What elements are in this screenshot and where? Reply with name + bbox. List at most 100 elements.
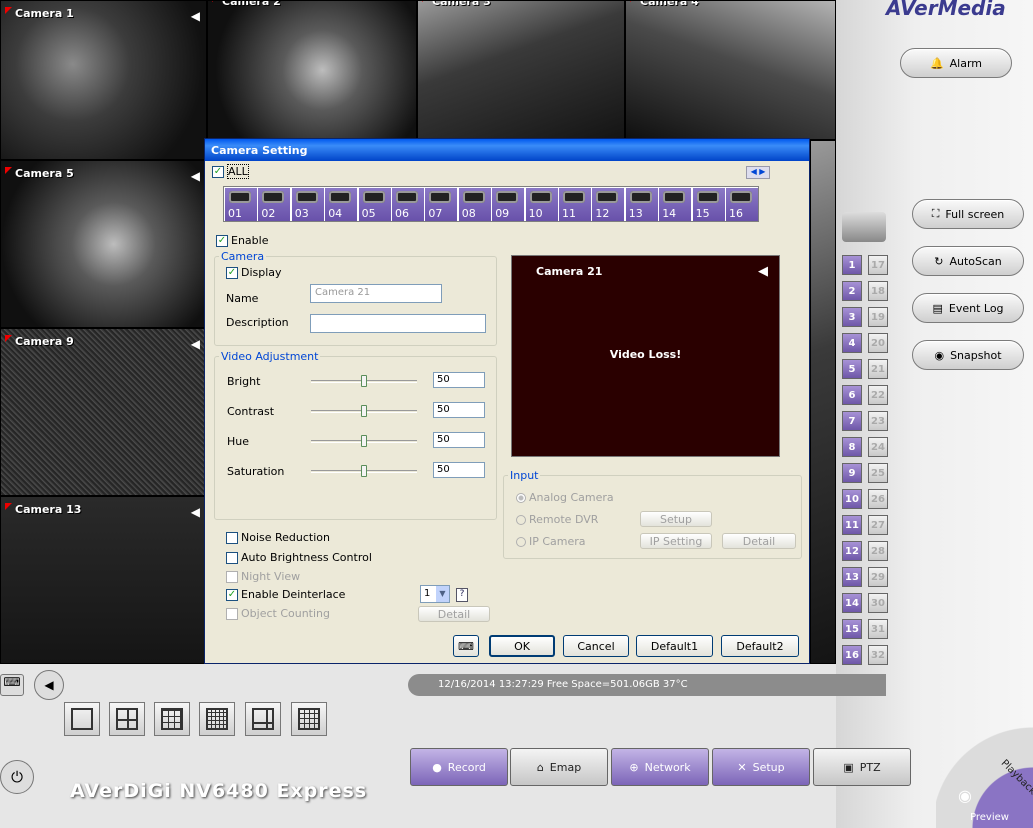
speaker-icon[interactable]: ◀ [191,169,200,183]
night-view-checkbox[interactable]: Night View [226,570,300,583]
adjust-value[interactable]: 50 [433,372,485,388]
auto-brightness-checkbox[interactable]: Auto Brightness Control [226,551,372,564]
camera-select-11[interactable]: 11 [559,188,591,221]
display-checkbox[interactable]: ✓ Display [226,266,282,279]
record-button[interactable]: ● Record [410,748,508,786]
channel-31[interactable]: 31 [868,619,888,639]
slider-thumb[interactable] [361,465,367,477]
emap-button[interactable]: ⌂ Emap [510,748,608,786]
channel-27[interactable]: 27 [868,515,888,535]
speaker-icon[interactable]: ◀ [191,337,200,351]
slider-thumb[interactable] [361,375,367,387]
speaker-icon[interactable]: ◀ [191,9,200,23]
camera-tile-9[interactable]: Camera 9 ◀ [0,328,207,496]
enable-deinterlace-checkbox[interactable]: ✓ Enable Deinterlace [226,588,345,601]
channel-13[interactable]: 13 [842,567,862,587]
adjust-value[interactable]: 50 [433,432,485,448]
camera-tile-right-strip[interactable] [810,140,836,664]
enable-checkbox[interactable]: ✓ Enable [216,234,268,247]
camera-select-02[interactable]: 02 [258,188,291,221]
network-button[interactable]: ⊕ Network [611,748,709,786]
camera-select-09[interactable]: 09 [492,188,525,221]
channel-30[interactable]: 30 [868,593,888,613]
layout-4-button[interactable] [109,702,145,736]
channel-2[interactable]: 2 [842,281,862,301]
camera-select-07[interactable]: 07 [425,188,458,221]
ok-button[interactable]: OK [489,635,555,657]
camera-select-16[interactable]: 16 [726,188,758,221]
description-field[interactable] [310,314,486,333]
channel-16[interactable]: 16 [842,645,862,665]
detail-input-button[interactable]: Detail [722,533,796,549]
object-detail-button[interactable]: Detail [418,606,490,622]
preview-label[interactable]: Preview [970,812,1009,823]
alarm-button[interactable]: 🔔 Alarm [900,48,1012,78]
channel-29[interactable]: 29 [868,567,888,587]
channel-26[interactable]: 26 [868,489,888,509]
channel-25[interactable]: 25 [868,463,888,483]
help-icon[interactable]: ? [456,588,468,602]
channel-6[interactable]: 6 [842,385,862,405]
default2-button[interactable]: Default2 [721,635,799,657]
layout-9-button[interactable] [154,702,190,736]
camera-select-08[interactable]: 08 [458,188,491,221]
keyboard-icon[interactable]: ⌨ [0,674,24,696]
camera-tile-4[interactable]: Camera 4 [625,0,836,140]
camera-tile-13[interactable]: Camera 13 ◀ [0,496,207,664]
channel-5[interactable]: 5 [842,359,862,379]
full-screen-button[interactable]: ⛶ Full screen [912,199,1024,229]
analog-camera-radio[interactable]: Analog Camera [516,491,614,504]
default1-button[interactable]: Default1 [636,635,713,657]
volume-icon[interactable]: ◀ [34,670,64,700]
keyboard-button[interactable]: ⌨ [453,635,479,657]
layout-1-button[interactable] [64,702,100,736]
camera-tile-2[interactable]: Camera 2 [207,0,417,140]
ip-setting-button[interactable]: IP Setting [640,533,712,549]
cancel-button[interactable]: Cancel [563,635,629,657]
channel-18[interactable]: 18 [868,281,888,301]
camera-select-06[interactable]: 06 [392,188,424,221]
deinterlace-select[interactable]: 1 ▼ [420,585,450,603]
camera-select-05[interactable]: 05 [358,188,391,221]
channel-22[interactable]: 22 [868,385,888,405]
layout-6-button[interactable] [245,702,281,736]
playback-label[interactable]: Playback [999,758,1033,797]
channel-23[interactable]: 23 [868,411,888,431]
event-log-button[interactable]: ▤ Event Log [912,293,1024,323]
channel-12[interactable]: 12 [842,541,862,561]
channel-15[interactable]: 15 [842,619,862,639]
adjust-value[interactable]: 50 [433,462,485,478]
camera-select-12[interactable]: 12 [592,188,625,221]
channel-9[interactable]: 9 [842,463,862,483]
channel-19[interactable]: 19 [868,307,888,327]
noise-reduction-checkbox[interactable]: Noise Reduction [226,531,330,544]
channel-3[interactable]: 3 [842,307,862,327]
layout-16-button[interactable] [199,702,235,736]
setup-input-button[interactable]: Setup [640,511,712,527]
ip-camera-radio[interactable]: IP Camera [516,535,586,548]
camera-select-15[interactable]: 15 [692,188,725,221]
channel-4[interactable]: 4 [842,333,862,353]
object-counting-checkbox[interactable]: Object Counting [226,607,330,620]
channel-28[interactable]: 28 [868,541,888,561]
layout-13-button[interactable] [291,702,327,736]
channel-11[interactable]: 11 [842,515,862,535]
slider-thumb[interactable] [361,435,367,447]
name-field[interactable]: Camera 21 [310,284,442,303]
channel-14[interactable]: 14 [842,593,862,613]
slider-thumb[interactable] [361,405,367,417]
speaker-icon[interactable]: ◀ [191,505,200,519]
camera-select-14[interactable]: 14 [659,188,692,221]
channel-32[interactable]: 32 [868,645,888,665]
camera-select-13[interactable]: 13 [625,188,658,221]
camera-select-03[interactable]: 03 [291,188,324,221]
ptz-button[interactable]: ▣ PTZ [813,748,911,786]
camera-select-01[interactable]: 01 [225,188,257,221]
camera-select-10[interactable]: 10 [525,188,558,221]
channel-7[interactable]: 7 [842,411,862,431]
adjust-value[interactable]: 50 [433,402,485,418]
channel-8[interactable]: 8 [842,437,862,457]
setup-button[interactable]: ✕ Setup [712,748,810,786]
channel-1[interactable]: 1 [842,255,862,275]
channel-20[interactable]: 20 [868,333,888,353]
